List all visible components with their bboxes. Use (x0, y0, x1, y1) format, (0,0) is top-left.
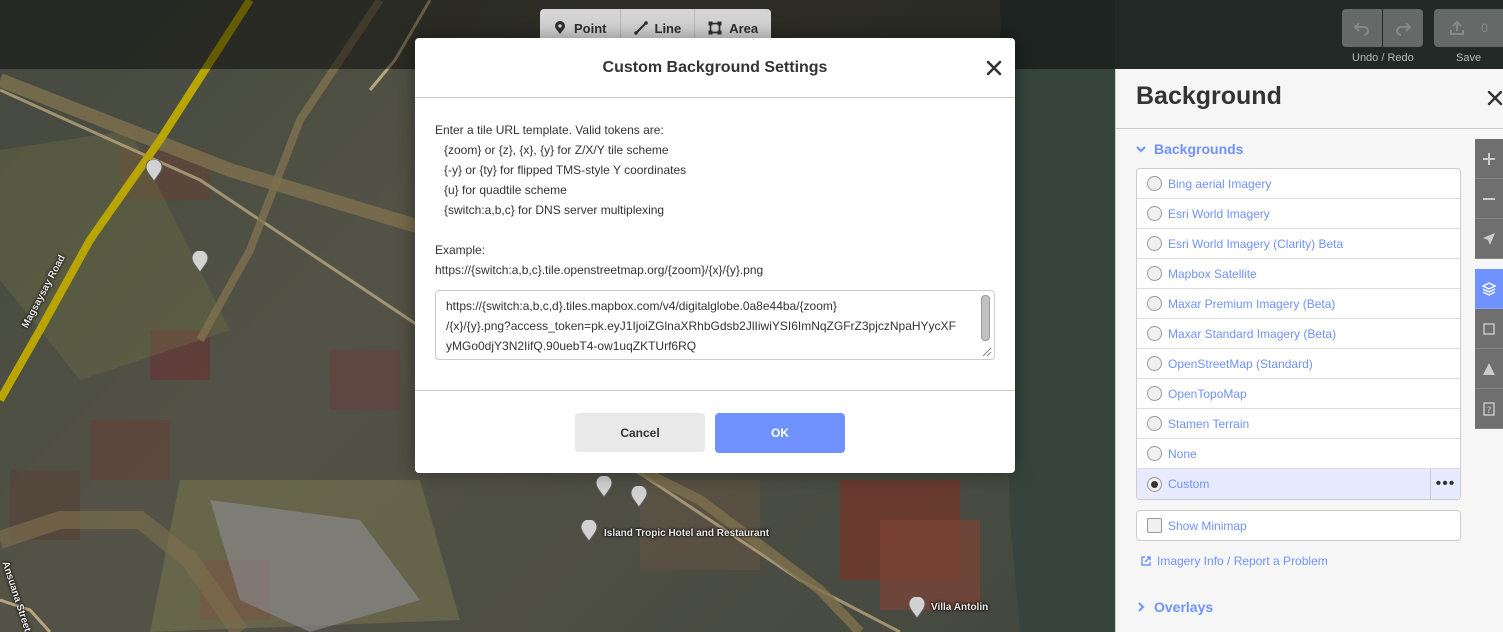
background-item[interactable]: Maxar Standard Imagery (Beta) (1137, 319, 1460, 349)
background-panel: Background Backgrounds Bing aerial Image… (1115, 69, 1503, 632)
cancel-button[interactable]: Cancel (575, 413, 705, 452)
map-data-icon (1483, 322, 1495, 335)
radio-button[interactable] (1147, 386, 1162, 401)
chevron-down-icon (1136, 146, 1146, 153)
map-controls: ? (1475, 139, 1503, 429)
custom-background-modal: Custom Background Settings Enter a tile … (415, 38, 1015, 473)
panel-title: Background (1136, 82, 1282, 110)
map-data-pane-button[interactable] (1475, 309, 1503, 349)
radio-button[interactable] (1147, 176, 1162, 191)
show-minimap-toggle[interactable]: Show Minimap (1136, 510, 1461, 541)
background-item[interactable]: Esri World Imagery (1137, 199, 1460, 229)
background-item-label: OpenStreetMap (Standard) (1168, 356, 1313, 371)
issues-pane-button[interactable] (1475, 349, 1503, 389)
example-label: Example: (435, 243, 486, 257)
backgrounds-section-toggle[interactable]: Backgrounds (1136, 141, 1243, 157)
background-item-label: Bing aerial Imagery (1168, 176, 1272, 191)
geolocate-button[interactable] (1475, 219, 1503, 259)
background-item[interactable]: OpenStreetMap (Standard) (1137, 349, 1460, 379)
textarea-scrollbar[interactable] (981, 295, 990, 341)
undo-redo-caption: Undo / Redo (1352, 52, 1414, 64)
undo-icon (1354, 22, 1369, 36)
radio-button[interactable] (1147, 416, 1162, 431)
panel-header: Background (1116, 69, 1503, 129)
save-button[interactable]: 0 (1434, 9, 1503, 47)
background-item-label: Mapbox Satellite (1168, 266, 1257, 281)
warning-icon (1483, 362, 1495, 375)
external-link-icon (1141, 556, 1151, 566)
radio-button[interactable] (1147, 206, 1162, 221)
radio-button[interactable] (1147, 236, 1162, 251)
close-icon[interactable] (983, 57, 1005, 79)
token-line: {zoom} or {z}, {x}, {y} for Z/X/Y tile s… (444, 143, 669, 157)
location-arrow-icon (1483, 232, 1495, 245)
background-item[interactable]: Maxar Premium Imagery (Beta) (1137, 289, 1460, 319)
background-list: Bing aerial Imagery Esri World Imagery E… (1136, 168, 1461, 500)
background-item[interactable]: None (1137, 439, 1460, 469)
background-item-label: Esri World Imagery (1168, 206, 1270, 221)
background-item-custom[interactable]: Custom ••• (1137, 469, 1460, 499)
minimap-checkbox[interactable] (1147, 518, 1162, 533)
instructions-intro: Enter a tile URL template. Valid tokens … (435, 123, 664, 137)
overlays-heading: Overlays (1154, 599, 1214, 615)
imagery-info-label: Imagery Info / Report a Problem (1157, 554, 1328, 568)
save-caption: Save (1456, 52, 1482, 64)
background-item[interactable]: Stamen Terrain (1137, 409, 1460, 439)
url-line: yMGo0djY3N2IifQ.90uebT4-ow1uqZKTUrf6RQ (446, 339, 697, 353)
zoom-in-button[interactable] (1475, 139, 1503, 179)
ok-button[interactable]: OK (715, 413, 845, 453)
url-line: https://{switch:a,b,c,d}.tiles.mapbox.co… (446, 299, 837, 313)
radio-button-selected[interactable] (1147, 476, 1162, 492)
more-options-icon[interactable]: ••• (1430, 469, 1460, 499)
background-item-label: Custom (1168, 477, 1210, 491)
background-item-label: Maxar Premium Imagery (Beta) (1168, 296, 1336, 311)
background-item[interactable]: Esri World Imagery (Clarity) Beta (1137, 229, 1460, 259)
overlays-section-toggle[interactable]: Overlays (1136, 599, 1213, 615)
close-icon[interactable] (1486, 89, 1503, 107)
radio-button[interactable] (1147, 446, 1162, 461)
url-line: /{x}/{y}.png?access_token=pk.eyJ1IjoiZGl… (446, 319, 956, 333)
plus-icon (1483, 152, 1495, 165)
undo-button[interactable] (1342, 9, 1382, 47)
redo-icon (1396, 22, 1411, 36)
modal-title: Custom Background Settings (602, 59, 828, 76)
minimap-label: Show Minimap (1168, 518, 1247, 533)
background-pane-button[interactable] (1475, 269, 1503, 309)
background-item-label: Maxar Standard Imagery (Beta) (1168, 326, 1337, 341)
radio-button[interactable] (1147, 266, 1162, 281)
modal-footer: Cancel OK (415, 390, 1015, 473)
example-url: https://{switch:a,b,c}.tile.openstreetma… (435, 263, 764, 277)
zoom-out-button[interactable] (1475, 179, 1503, 219)
backgrounds-heading: Backgrounds (1154, 141, 1244, 157)
help-icon: ? (1483, 401, 1495, 416)
modal-body: Enter a tile URL template. Valid tokens … (415, 98, 1015, 360)
redo-button[interactable] (1383, 9, 1423, 47)
help-pane-button[interactable]: ? (1475, 389, 1503, 429)
token-line: {u} for quadtile scheme (444, 183, 567, 197)
background-item[interactable]: Bing aerial Imagery (1137, 169, 1460, 199)
token-line: {-y} or {ty} for flipped TMS-style Y coo… (444, 163, 687, 177)
chevron-right-icon (1138, 602, 1145, 612)
radio-button[interactable] (1147, 296, 1162, 311)
token-line: {switch:a,b,c} for DNS server multiplexi… (444, 203, 665, 217)
radio-button[interactable] (1147, 356, 1162, 371)
save-count: 0 (1481, 21, 1488, 35)
upload-icon (1450, 20, 1465, 35)
modal-header: Custom Background Settings (415, 38, 1015, 98)
tile-url-textarea[interactable]: https://{switch:a,b,c,d}.tiles.mapbox.co… (435, 290, 995, 360)
background-item-label: Stamen Terrain (1168, 416, 1250, 431)
svg-text:?: ? (1487, 406, 1492, 416)
radio-button[interactable] (1147, 326, 1162, 341)
undo-redo-group (1342, 9, 1423, 47)
background-item[interactable]: OpenTopoMap (1137, 379, 1460, 409)
background-item[interactable]: Mapbox Satellite (1137, 259, 1460, 289)
background-item-label: OpenTopoMap (1168, 386, 1247, 401)
imagery-info-link[interactable]: Imagery Info / Report a Problem (1141, 554, 1328, 568)
minus-icon (1483, 197, 1495, 200)
background-item-label: Esri World Imagery (Clarity) Beta (1168, 236, 1344, 251)
background-item-label: None (1168, 446, 1197, 461)
layers-icon (1482, 281, 1496, 296)
resize-grip-icon[interactable] (982, 347, 992, 357)
